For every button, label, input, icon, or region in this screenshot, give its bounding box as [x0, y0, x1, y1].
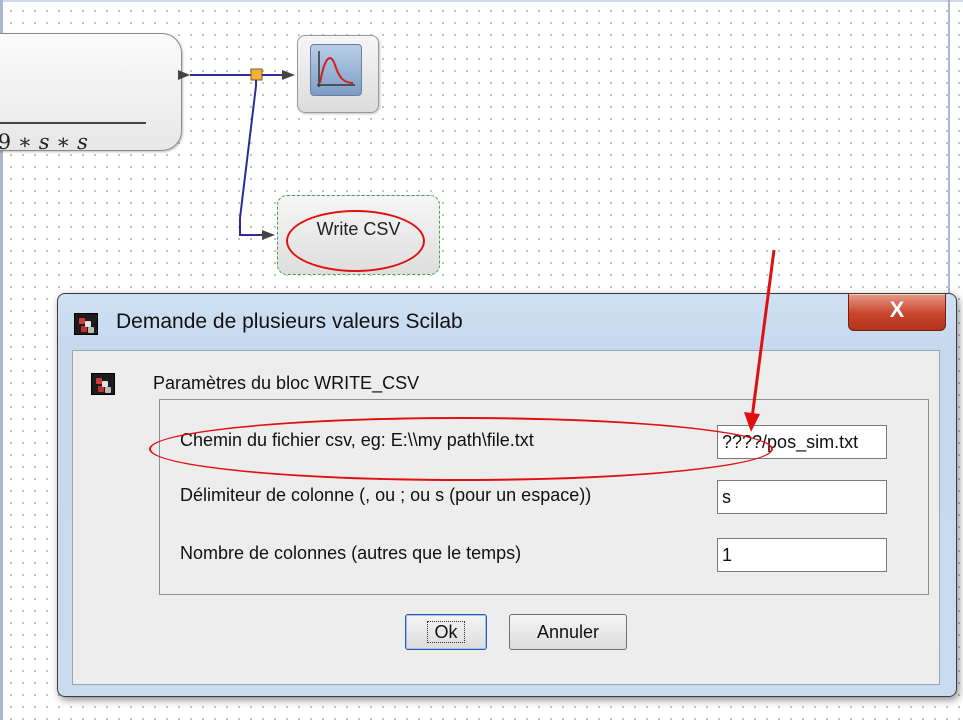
- fraction-bar: [0, 122, 146, 124]
- column-delimiter-label: Délimiteur de colonne (, ou ; ou s (pour…: [180, 485, 592, 505]
- column-delimiter-field[interactable]: [717, 480, 887, 514]
- close-button[interactable]: X: [848, 294, 946, 331]
- csv-path-label: Chemin du fichier csv, eg: E:\\my path\f…: [180, 430, 534, 450]
- dialog-content: Paramètres du bloc WRITE_CSV Chemin du f…: [72, 350, 940, 685]
- transfer-function-denominator: 999 ∗ s ∗ s: [0, 130, 88, 154]
- ok-button-label: Ok: [427, 620, 465, 643]
- dialog-titlebar[interactable]: Demande de plusieurs valeurs Scilab X: [58, 294, 956, 350]
- multiple-values-dialog: Demande de plusieurs valeurs Scilab X Pa…: [57, 293, 957, 697]
- denominator-coefficient: 999: [0, 130, 12, 154]
- group-title: Paramètres du bloc WRITE_CSV: [153, 373, 420, 393]
- scope-graph-icon: [310, 44, 362, 96]
- cancel-button[interactable]: Annuler: [509, 614, 627, 650]
- csv-path-field[interactable]: [717, 425, 887, 459]
- dialog-title: Demande de plusieurs valeurs Scilab: [116, 310, 463, 333]
- column-count-label: Nombre de colonnes (autres que le temps): [180, 543, 522, 563]
- scope-block[interactable]: [297, 35, 379, 113]
- canvas-top-border: [0, 0, 963, 2]
- column-count-field[interactable]: [717, 538, 887, 572]
- denominator-terms: ∗ s ∗ s: [17, 130, 88, 154]
- parameters-group: Chemin du fichier csv, eg: E:\\my path\f…: [159, 399, 929, 595]
- ok-button[interactable]: Ok: [405, 614, 487, 650]
- canvas-right-border: [948, 0, 950, 300]
- transfer-function-block[interactable]: 999 ∗ s ∗ s: [0, 33, 182, 154]
- annotation-ellipse-write-csv: [286, 210, 425, 272]
- scilab-block-icon: [91, 373, 115, 395]
- scilab-app-icon: [74, 313, 98, 335]
